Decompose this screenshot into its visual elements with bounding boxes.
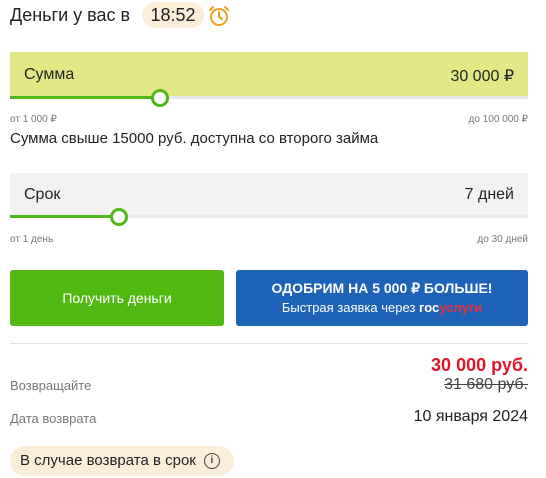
promo-subtitle-text: Быстрая заявка через xyxy=(281,300,420,315)
header-label: Деньги у вас в xyxy=(10,5,131,25)
on-time-return-label: В случае возврата в срок xyxy=(20,452,196,469)
amount-slider[interactable]: Сумма 30 000 ₽ xyxy=(10,52,528,98)
old-amount: 31 680 руб. xyxy=(444,376,528,393)
amount-track-fill xyxy=(10,96,160,99)
return-amount: 30 000 руб. xyxy=(431,355,528,375)
term-slider-handle[interactable] xyxy=(110,208,128,226)
amount-min-label: от 1 000 ₽ xyxy=(10,114,57,125)
gosuslugi-promo-button[interactable]: ОДОБРИМ НА 5 000 ₽ БОЛЬШЕ! Быстрая заявк… xyxy=(236,270,528,326)
amount-label: Сумма xyxy=(24,66,75,83)
term-value: 7 дней xyxy=(464,186,514,203)
alarm-clock-icon xyxy=(207,4,231,28)
gosuslugi-logo-uslugi: услуги xyxy=(439,300,483,315)
amount-value: 30 000 ₽ xyxy=(450,68,514,85)
promo-subtitle: Быстрая заявка через госуслуги xyxy=(236,300,528,315)
term-min-label: от 1 день xyxy=(10,234,54,245)
term-max-label: до 30 дней xyxy=(477,234,528,245)
amount-max-label: до 100 000 ₽ xyxy=(468,114,528,125)
return-label: Возвращайте xyxy=(10,378,92,393)
time-badge[interactable]: 18:52 xyxy=(142,2,204,28)
term-track-fill xyxy=(10,215,119,218)
info-icon[interactable]: i xyxy=(203,453,220,469)
on-time-return-badge[interactable]: В случае возврата в срок i xyxy=(10,446,234,476)
term-label: Срок xyxy=(24,186,61,203)
get-money-button[interactable]: Получить деньги xyxy=(10,270,224,326)
return-date-label: Дата возврата xyxy=(10,411,97,426)
amount-slider-handle[interactable] xyxy=(151,89,169,107)
amount-note: Сумма свыше 15000 руб. доступна со второ… xyxy=(10,130,379,147)
promo-title: ОДОБРИМ НА 5 000 ₽ БОЛЬШЕ! xyxy=(271,280,493,296)
divider xyxy=(10,343,528,344)
return-date-value: 10 января 2024 xyxy=(413,408,528,425)
term-slider[interactable]: Срок 7 дней xyxy=(10,173,528,217)
gosuslugi-logo-gos: гос xyxy=(419,300,440,315)
